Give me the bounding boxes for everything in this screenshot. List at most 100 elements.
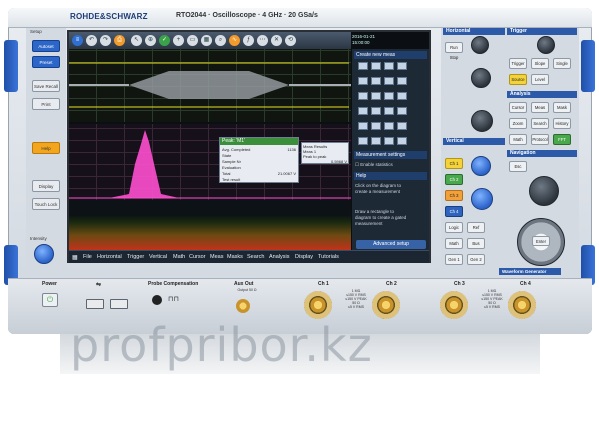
meas-type-icon[interactable] bbox=[384, 62, 394, 70]
intensity-knob[interactable] bbox=[34, 244, 54, 264]
waveform-diagram[interactable] bbox=[69, 49, 351, 122]
delete-icon[interactable]: ✕ bbox=[271, 35, 282, 46]
menu-trigger[interactable]: Trigger bbox=[127, 254, 144, 260]
logic-button[interactable]: Logic bbox=[445, 222, 463, 233]
meas-type-icon[interactable] bbox=[384, 107, 394, 115]
menu-analysis[interactable]: Analysis bbox=[269, 254, 289, 260]
level-button[interactable]: Level bbox=[531, 74, 549, 85]
meas-type-icon[interactable] bbox=[397, 122, 407, 130]
enable-statistics-checkbox[interactable]: ☐ Enable statistics bbox=[355, 162, 393, 168]
rohde-menu-icon[interactable]: ≡ bbox=[72, 35, 83, 46]
menu-horizontal[interactable]: Horizontal bbox=[97, 254, 122, 260]
slope-button[interactable]: Slope bbox=[531, 58, 549, 69]
advanced-setup-button[interactable]: Advanced setup bbox=[356, 240, 426, 249]
protocol-icon[interactable]: ⋯ bbox=[257, 35, 268, 46]
esc-button[interactable]: Esc bbox=[509, 161, 527, 172]
vertical-scale-knob[interactable] bbox=[471, 188, 493, 210]
redo-icon[interactable]: ↷ bbox=[100, 35, 111, 46]
menu-display[interactable]: Display bbox=[295, 254, 313, 260]
menu-file[interactable]: File bbox=[83, 254, 92, 260]
search-icon[interactable]: ⌕ bbox=[215, 35, 226, 46]
ch4-button[interactable]: Ch 4 bbox=[445, 206, 463, 217]
power-button[interactable]: ⏻ bbox=[42, 293, 58, 307]
screenshot-icon[interactable]: ⎙ bbox=[114, 35, 125, 46]
ch2-button[interactable]: Ch 2 bbox=[445, 174, 463, 185]
run-stop-button[interactable]: Run Stop bbox=[445, 42, 463, 60]
level-knob[interactable] bbox=[537, 36, 555, 54]
print-button[interactable]: Print bbox=[32, 98, 60, 110]
meas-type-icon[interactable] bbox=[397, 92, 407, 100]
position-knob[interactable] bbox=[471, 68, 491, 88]
measure-icon[interactable]: ✓ bbox=[159, 35, 170, 46]
measurement-popup[interactable]: Peak: 'M1' Avg. Completed 1136 State Sam… bbox=[219, 137, 299, 183]
ch3-bnc-connector[interactable] bbox=[440, 291, 468, 319]
apps-grid-icon[interactable]: ▦ bbox=[72, 254, 78, 261]
math-icon[interactable]: ƒ bbox=[243, 35, 254, 46]
spectrogram-diagram[interactable] bbox=[69, 200, 351, 250]
meas-type-icon[interactable] bbox=[371, 92, 381, 100]
preset-button[interactable]: Preset bbox=[32, 56, 60, 68]
bus-button[interactable]: Bus bbox=[467, 238, 485, 249]
gen1-button[interactable]: Gen 1 bbox=[445, 254, 463, 265]
histogram-icon[interactable]: ▦ bbox=[201, 35, 212, 46]
zoom-icon[interactable]: ⊕ bbox=[145, 35, 156, 46]
usb-port-2[interactable] bbox=[110, 299, 128, 309]
mask-button[interactable]: Mask bbox=[553, 102, 571, 113]
meas-type-icon[interactable] bbox=[397, 137, 407, 145]
probe-comp-jack[interactable] bbox=[152, 295, 162, 305]
meas-type-icon[interactable] bbox=[384, 92, 394, 100]
resolution-knob[interactable] bbox=[471, 36, 489, 54]
protocol-button[interactable]: Protocol bbox=[531, 134, 549, 145]
trigger-button[interactable]: Trigger bbox=[509, 58, 527, 69]
meas-type-icon[interactable] bbox=[371, 122, 381, 130]
meas-results-box[interactable]: Meas Results Meas 1 Peak to peak 0.5968 … bbox=[301, 142, 349, 164]
ref-button[interactable]: Ref bbox=[467, 222, 485, 233]
save-recall-button[interactable]: Save Recall bbox=[32, 80, 60, 92]
meas-type-icon[interactable] bbox=[371, 62, 381, 70]
history-icon[interactable]: ⟲ bbox=[285, 35, 296, 46]
meas-type-icon[interactable] bbox=[358, 107, 368, 115]
meas-type-icon[interactable] bbox=[358, 122, 368, 130]
meas-type-icon[interactable] bbox=[397, 107, 407, 115]
gen2-button[interactable]: Gen 2 bbox=[467, 254, 485, 265]
meas-type-icon[interactable] bbox=[384, 77, 394, 85]
help-button[interactable]: Help bbox=[32, 142, 60, 154]
aux-out-connector[interactable] bbox=[236, 299, 250, 313]
vertical-position-knob[interactable] bbox=[471, 156, 491, 176]
menu-tutorials[interactable]: Tutorials bbox=[318, 254, 339, 260]
search-button[interactable]: Search bbox=[531, 118, 549, 129]
ch2-bnc-connector[interactable] bbox=[372, 291, 400, 319]
display-button[interactable]: Display bbox=[32, 180, 60, 192]
ch4-bnc-connector[interactable] bbox=[508, 291, 536, 319]
cursor-button[interactable]: Cursor bbox=[509, 102, 527, 113]
mask-icon[interactable]: ▭ bbox=[187, 35, 198, 46]
menu-meas[interactable]: Meas bbox=[210, 254, 223, 260]
autoset-button[interactable]: Autoset bbox=[32, 40, 60, 52]
menu-cursor[interactable]: Cursor bbox=[189, 254, 206, 260]
menu-search[interactable]: Search bbox=[247, 254, 264, 260]
cursor-icon[interactable]: + bbox=[173, 35, 184, 46]
meas-type-icon[interactable] bbox=[358, 92, 368, 100]
menu-vertical[interactable]: Vertical bbox=[149, 254, 167, 260]
ch3-button[interactable]: Ch 3 bbox=[445, 190, 463, 201]
meas-type-icon[interactable] bbox=[384, 137, 394, 145]
meas-type-icon[interactable] bbox=[358, 62, 368, 70]
navigation-knob[interactable] bbox=[529, 176, 559, 206]
meas-type-icon[interactable] bbox=[371, 137, 381, 145]
zoom-button[interactable]: Zoom bbox=[509, 118, 527, 129]
fft-icon[interactable]: ∿ bbox=[229, 35, 240, 46]
meas-type-icon[interactable] bbox=[371, 107, 381, 115]
usb-port-1[interactable] bbox=[86, 299, 104, 309]
meas-type-icon[interactable] bbox=[358, 77, 368, 85]
source-button[interactable]: Source bbox=[509, 74, 527, 85]
horizontal-scale-knob[interactable] bbox=[471, 110, 493, 132]
touch-lock-button[interactable]: Touch Lock bbox=[32, 198, 60, 210]
history-button[interactable]: History bbox=[553, 118, 571, 129]
menu-math[interactable]: Math bbox=[173, 254, 185, 260]
menu-masks[interactable]: Masks bbox=[227, 254, 243, 260]
meas-type-icon[interactable] bbox=[384, 122, 394, 130]
pointer-icon[interactable]: ↖ bbox=[131, 35, 142, 46]
undo-icon[interactable]: ↶ bbox=[86, 35, 97, 46]
ch1-bnc-connector[interactable] bbox=[304, 291, 332, 319]
meas-type-icon[interactable] bbox=[397, 62, 407, 70]
